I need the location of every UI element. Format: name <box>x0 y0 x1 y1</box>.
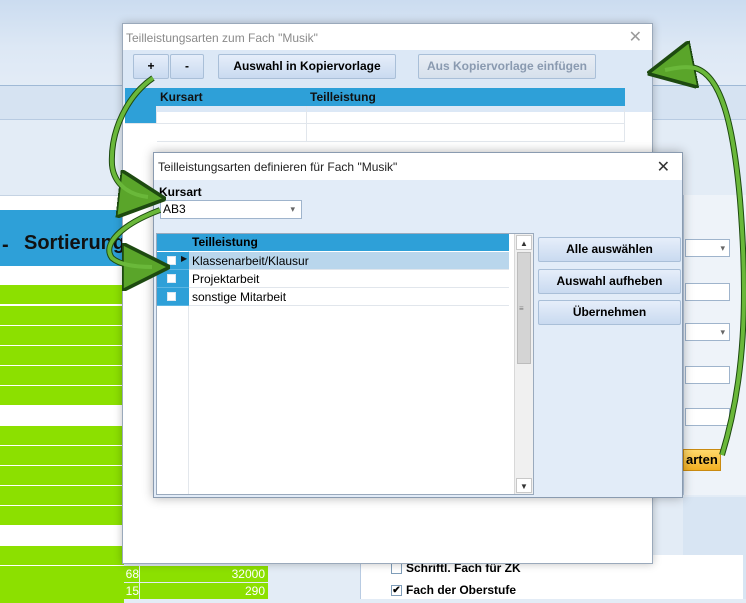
background-row[interactable] <box>0 306 124 325</box>
value-cell[interactable]: 15 <box>122 583 139 599</box>
kursart-column-header[interactable]: Kursart <box>157 88 307 106</box>
right-panel-field[interactable] <box>685 283 730 301</box>
right-panel-dropdown[interactable]: ▾ <box>685 323 730 341</box>
row-indicator[interactable] <box>157 288 189 306</box>
column-separator: - <box>2 234 9 256</box>
vertical-scrollbar[interactable]: ▲ ≡ ▼ <box>514 234 533 494</box>
scroll-up-icon[interactable]: ▲ <box>516 235 532 250</box>
right-panel-field[interactable] <box>685 366 730 384</box>
background-row[interactable] <box>0 386 124 405</box>
outer-grid: Kursart Teilleistung <box>125 88 625 148</box>
background-row[interactable] <box>0 466 124 485</box>
grid-corner <box>125 88 157 106</box>
grip-icon: ≡ <box>519 304 524 313</box>
add-button[interactable]: + <box>133 54 169 79</box>
background-row[interactable] <box>0 546 124 565</box>
grid-corner <box>157 234 189 251</box>
close-icon[interactable]: ✕ <box>657 157 670 177</box>
teilleistung-grid: Teilleistung ▶ Klassenarbeit/Klausur Pro… <box>156 233 534 495</box>
teilleistung-cell[interactable]: Klassenarbeit/Klausur <box>189 252 509 270</box>
row-indicator[interactable] <box>125 106 157 124</box>
row-checkbox[interactable] <box>167 292 176 301</box>
value-cell[interactable]: 290 <box>140 583 268 599</box>
checkbox-row[interactable]: ✔ Fach der Oberstufe <box>391 583 516 597</box>
background-row[interactable] <box>0 506 124 525</box>
right-panel-dropdown[interactable]: ▾ <box>685 239 730 257</box>
scroll-down-icon[interactable]: ▼ <box>516 478 532 493</box>
background-value-rows: 68 32000 15 290 <box>122 566 268 599</box>
value-cell[interactable]: 68 <box>122 566 139 582</box>
dialog-title: Teilleistungsarten definieren für Fach "… <box>154 153 682 180</box>
remove-button[interactable]: - <box>170 54 204 79</box>
teilleistung-column-header[interactable]: Teilleistung <box>307 88 625 106</box>
background-row[interactable] <box>0 486 124 505</box>
row-indicator[interactable] <box>157 270 189 288</box>
teilleistungsarten-definieren-dialog: Teilleistungsarten definieren für Fach "… <box>153 152 683 498</box>
clear-selection-button[interactable]: Auswahl aufheben <box>538 269 681 294</box>
checkbox-label: Fach der Oberstufe <box>406 583 517 597</box>
grid-cell[interactable] <box>307 106 625 124</box>
row-checkbox[interactable] <box>167 256 176 265</box>
background-grid-header[interactable]: - Sortierung <box>0 210 125 266</box>
teilleistung-column-header[interactable]: Teilleistung <box>189 234 509 251</box>
teilleistung-cell[interactable]: sonstige Mitarbeit <box>189 288 509 306</box>
close-icon[interactable]: ✕ <box>629 27 642 47</box>
checkbox-checked[interactable]: ✔ <box>391 584 402 596</box>
kursart-value: AB3 <box>163 202 186 216</box>
kursart-label: Kursart <box>159 185 202 199</box>
background-row[interactable] <box>0 446 124 465</box>
table-row[interactable]: ▶ Klassenarbeit/Klausur <box>157 252 509 270</box>
teilleistung-cell[interactable]: Projektarbeit <box>189 270 509 288</box>
table-row[interactable]: Projektarbeit <box>157 270 509 288</box>
teilleistungsarten-button[interactable]: arten <box>683 449 721 471</box>
apply-button[interactable]: Übernehmen <box>538 300 681 325</box>
background-row[interactable] <box>0 366 124 385</box>
copy-to-template-button[interactable]: Auswahl in Kopiervorlage <box>218 54 396 79</box>
table-row[interactable]: sonstige Mitarbeit <box>157 288 509 306</box>
background-row[interactable] <box>0 584 124 603</box>
checkbox[interactable] <box>391 562 402 574</box>
chevron-down-icon[interactable]: ▾ <box>290 201 295 218</box>
kursart-dropdown[interactable]: AB3 ▾ <box>160 200 302 219</box>
sortierung-column-header[interactable]: Sortierung <box>24 232 125 255</box>
right-panel-field[interactable] <box>685 408 730 426</box>
row-indicator[interactable]: ▶ <box>157 252 189 270</box>
background-row[interactable] <box>0 346 124 365</box>
background-row[interactable] <box>0 566 124 585</box>
current-row-icon: ▶ <box>181 254 188 263</box>
value-cell[interactable]: 32000 <box>140 566 268 582</box>
paste-from-template-button[interactable]: Aus Kopiervorlage einfügen <box>418 54 596 79</box>
grid-cell[interactable] <box>157 106 307 124</box>
grid-cell[interactable] <box>157 124 307 142</box>
background-row[interactable] <box>0 326 124 345</box>
select-all-button[interactable]: Alle auswählen <box>538 237 681 262</box>
dialog-title: Teilleistungsarten zum Fach "Musik" <box>126 31 318 45</box>
grid-cell[interactable] <box>307 124 625 142</box>
row-checkbox[interactable] <box>167 274 176 283</box>
background-row[interactable] <box>0 426 124 445</box>
background-row[interactable] <box>0 285 124 304</box>
